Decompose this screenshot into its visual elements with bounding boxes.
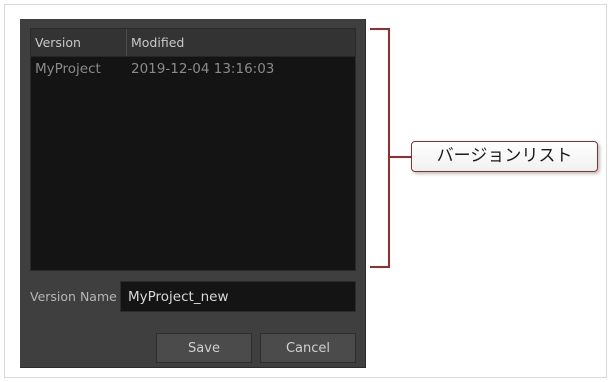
version-list-header: Version Modified [31, 29, 355, 57]
column-header-modified[interactable]: Modified [127, 29, 351, 56]
version-cell: MyProject [35, 61, 101, 77]
version-name-label: Version Name [30, 289, 117, 304]
version-list[interactable]: Version Modified MyProject 2019-12-04 13… [30, 28, 356, 271]
column-header-version[interactable]: Version [31, 29, 127, 56]
annotation-callout: バージョンリスト [411, 141, 598, 172]
list-item[interactable]: MyProject 2019-12-04 13:16:03 [31, 57, 355, 81]
annotation-bracket [370, 28, 390, 268]
annotation-connector-line [390, 156, 412, 158]
version-name-input[interactable] [120, 281, 356, 312]
save-button[interactable]: Save [156, 333, 252, 363]
modified-cell: 2019-12-04 13:16:03 [131, 61, 275, 77]
cancel-button[interactable]: Cancel [260, 333, 356, 363]
